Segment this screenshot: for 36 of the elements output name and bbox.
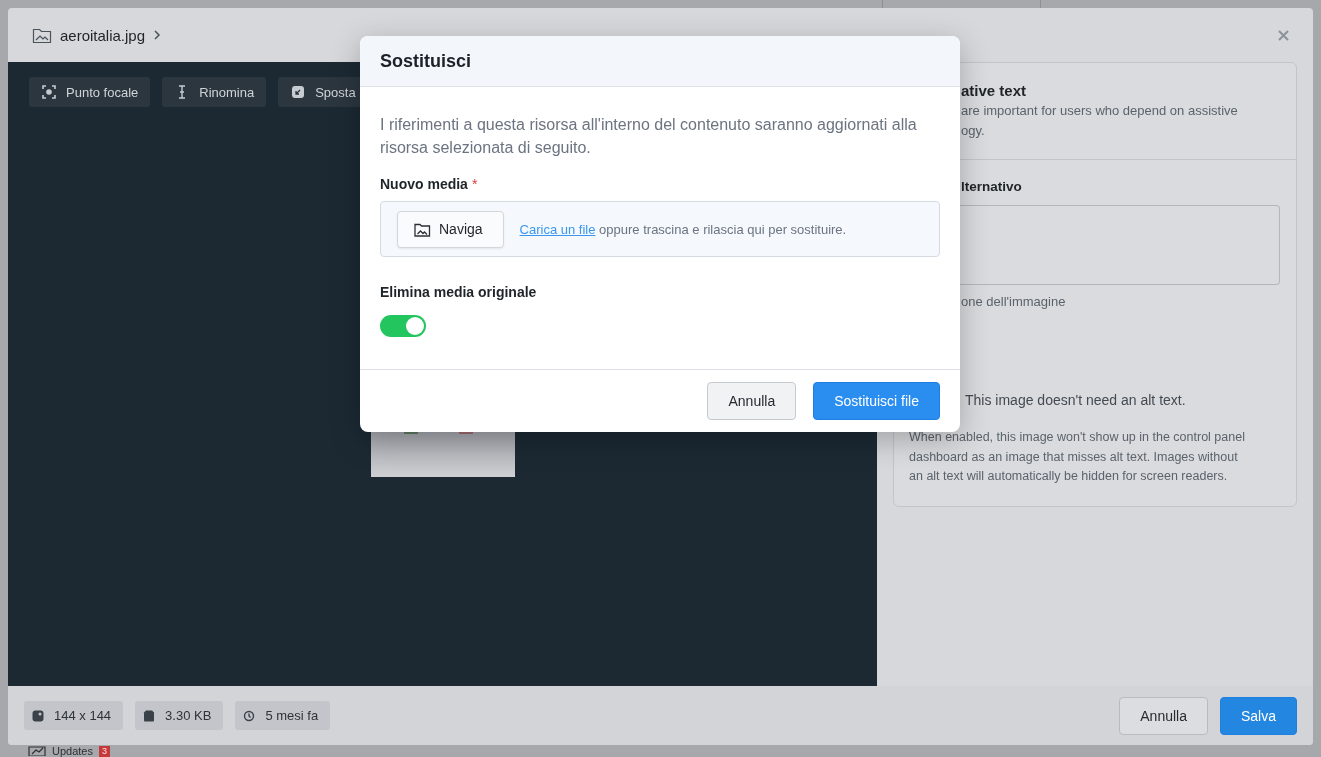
- image-icon: [32, 709, 44, 722]
- breadcrumb-title[interactable]: aeroitalia.jpg: [60, 26, 146, 44]
- chevron-icon: [153, 30, 162, 40]
- toggle-label: Elimina media originale: [380, 284, 538, 300]
- panel-description: are important for users who depend on assistive: [961, 102, 1239, 120]
- nav-item-label[interactable]: Updates: [52, 745, 93, 757]
- upload-dropzone[interactable]: Naviga Carica un file oppure trascina e rilascia qui per sostituire.: [380, 201, 940, 257]
- help-text: When enabled, this image won't show up in the control panel dashboard as an image that misses alt text. Images without an alt text will automatically be hidden for screen readers.: [908, 429, 1246, 485]
- required-mark: *: [471, 176, 478, 192]
- toolbar-button[interactable]: Rinomina: [162, 77, 267, 107]
- toggle-switch[interactable]: [380, 315, 426, 337]
- cancel-button[interactable]: Annulla: [1119, 696, 1208, 735]
- toggle-label: This image doesn't need an alt text.: [964, 392, 1187, 408]
- count-badge: 3: [99, 745, 110, 757]
- alt-text-field[interactable]: [960, 205, 1280, 285]
- field-label: lternativo: [961, 178, 1023, 196]
- dialog-title: Sostituisci: [380, 50, 472, 72]
- close-icon[interactable]: [1278, 29, 1289, 41]
- field-hint: one dell'immagine: [961, 294, 1067, 309]
- meta-label: 3.30 KB: [165, 708, 212, 723]
- meta-label: 5 mesi fa: [265, 708, 319, 723]
- save-button[interactable]: Salva: [1219, 696, 1297, 735]
- upload-instructions: Carica un file oppure trascina e rilascia qui per sostituire.: [519, 221, 847, 237]
- meta-label: 144 x 144: [54, 708, 112, 723]
- panel-description: ogy.: [961, 122, 986, 140]
- cancel-button[interactable]: Annulla: [707, 382, 797, 420]
- toolbar-button[interactable]: Punto focale: [29, 77, 151, 107]
- move-icon: [290, 84, 307, 100]
- browse-button[interactable]: Naviga: [397, 210, 504, 248]
- focus-icon: [41, 84, 57, 100]
- dialog-description: I riferimenti a questa risorsa all'interno del contenuto saranno aggiornati alla risorsa selezionata di seguito.: [380, 115, 918, 158]
- chart-icon: [28, 746, 46, 756]
- clock-icon: [243, 709, 256, 722]
- field-label: Nuovo media: [380, 176, 468, 192]
- panel-title: ative text: [961, 81, 1028, 101]
- file-icon: [143, 709, 156, 722]
